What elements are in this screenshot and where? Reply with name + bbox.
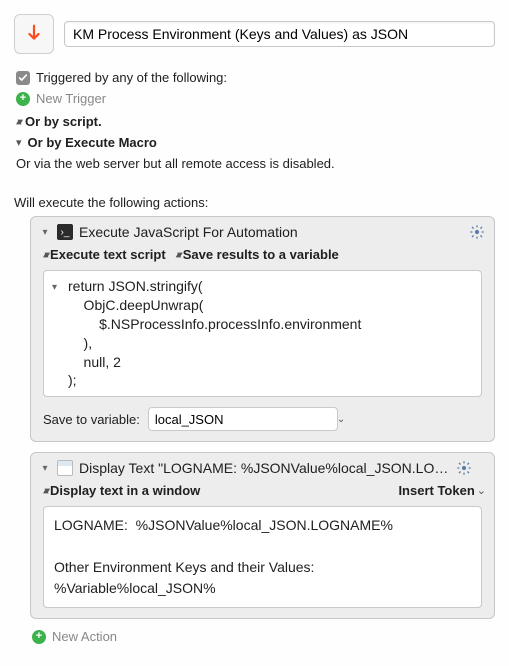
updown-icon: ▴▾: [43, 485, 46, 496]
via-web-server-text: Or via the web server but all remote acc…: [16, 156, 493, 171]
disclosure-open-icon[interactable]: ▾: [39, 463, 51, 474]
display-mode-popup[interactable]: ▴▾ Display text in a window: [43, 483, 200, 498]
plus-icon: +: [32, 630, 46, 644]
display-mode-label: Display text in a window: [50, 483, 200, 498]
save-variable-combo[interactable]: ⌄: [148, 407, 338, 431]
new-trigger-button[interactable]: + New Trigger: [16, 91, 493, 106]
script-code: return JSON.stringify( ObjC.deepUnwrap( …: [68, 277, 361, 390]
triggers-enabled-checkbox[interactable]: [16, 71, 30, 85]
action-execute-jxa: ▾ ›_ Execute JavaScript For Automation ▴…: [30, 216, 495, 442]
updown-icon: ▴▾: [43, 249, 46, 260]
gear-icon[interactable]: [455, 459, 473, 477]
by-execute-macro-popup[interactable]: ▾ Or by Execute Macro: [16, 135, 493, 150]
code-disclosure-icon[interactable]: ▾: [52, 277, 62, 390]
script-icon: ›_: [57, 224, 73, 240]
macro-name-input[interactable]: [64, 21, 495, 47]
updown-icon: ▴▾: [176, 249, 179, 260]
by-script-popup[interactable]: ▴▾ Or by script.: [16, 114, 493, 129]
insert-token-label: Insert Token: [398, 483, 474, 498]
save-variable-input[interactable]: [149, 410, 337, 429]
macro-icon: [14, 14, 54, 54]
chevron-down-icon: ⌄: [477, 484, 486, 497]
results-dest-label: Save results to a variable: [183, 247, 339, 262]
by-execute-macro-label: Or by Execute Macro: [28, 135, 157, 150]
results-dest-popup[interactable]: ▴▾ Save results to a variable: [176, 247, 339, 262]
script-source-popup[interactable]: ▴▾ Execute text script: [43, 247, 166, 262]
new-action-button[interactable]: + New Action: [32, 629, 495, 644]
new-trigger-label: New Trigger: [36, 91, 106, 106]
plus-icon: +: [16, 92, 30, 106]
action-title: Execute JavaScript For Automation: [79, 224, 462, 240]
action-display-text: ▾ Display Text "LOGNAME: %JSONValue%loca…: [30, 452, 495, 619]
disclosure-open-icon[interactable]: ▾: [39, 227, 51, 238]
script-text-area[interactable]: ▾ return JSON.stringify( ObjC.deepUnwrap…: [43, 270, 482, 397]
chevron-down-icon[interactable]: ⌄: [337, 414, 345, 425]
via-web-label: Or via the web server but all remote acc…: [16, 156, 335, 171]
will-execute-label: Will execute the following actions:: [14, 195, 495, 210]
window-icon: [57, 460, 73, 476]
updown-icon: ▴▾: [16, 116, 19, 127]
chevron-down-icon: ▾: [16, 136, 22, 149]
save-to-variable-label: Save to variable:: [43, 412, 140, 427]
triggers-label: Triggered by any of the following:: [36, 70, 227, 85]
new-action-label: New Action: [52, 629, 117, 644]
display-text-area[interactable]: LOGNAME: %JSONValue%local_JSON.LOGNAME% …: [43, 506, 482, 608]
by-script-label: Or by script.: [25, 114, 102, 129]
insert-token-popup[interactable]: Insert Token ⌄: [398, 483, 486, 498]
gear-icon[interactable]: [468, 223, 486, 241]
action-title: Display Text "LOGNAME: %JSONValue%local_…: [79, 460, 449, 476]
script-source-label: Execute text script: [50, 247, 166, 262]
